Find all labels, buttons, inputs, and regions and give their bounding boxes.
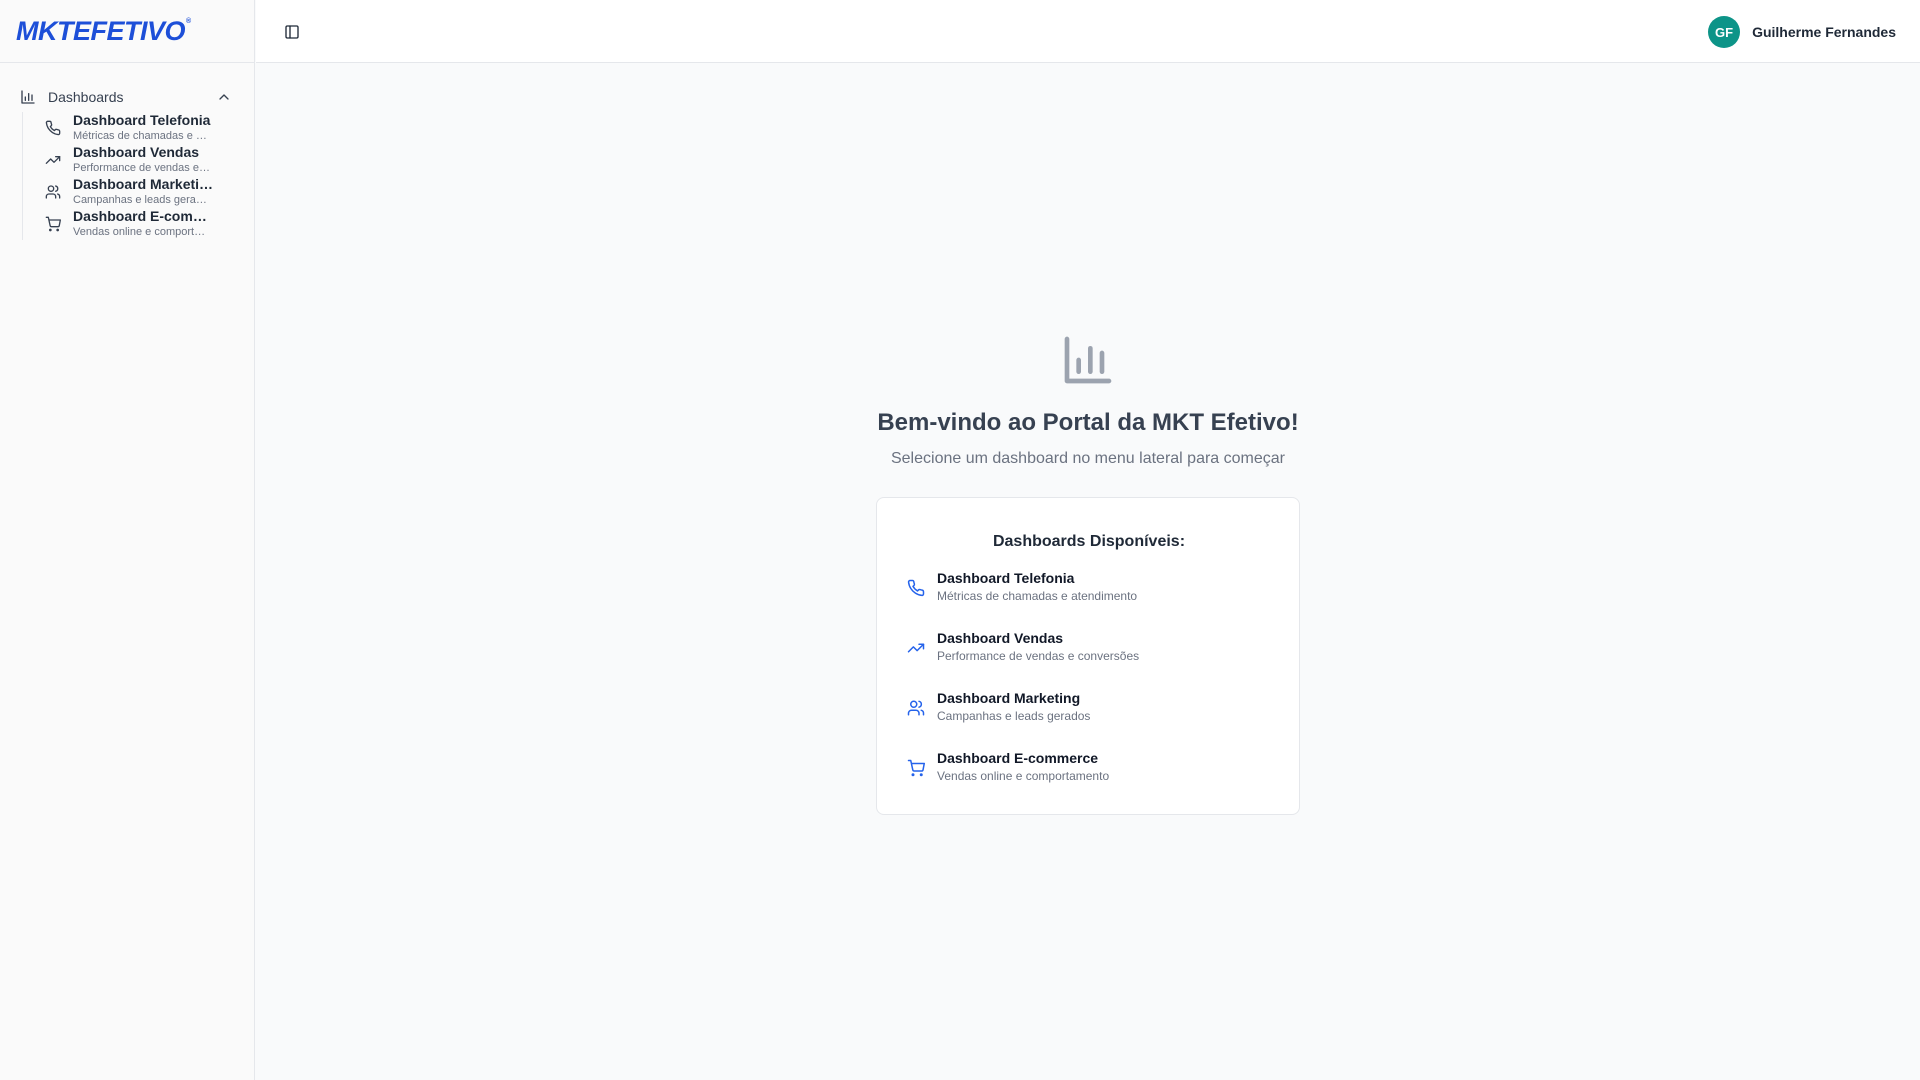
trending-up-icon: [45, 152, 61, 168]
brand-logo[interactable]: MKTEFETIVO ®: [16, 16, 191, 47]
dashboard-item-desc: Métricas de chamadas e atendimento: [937, 589, 1138, 603]
phone-icon: [907, 579, 925, 597]
users-icon: [907, 699, 925, 717]
page-subtitle: Selecione um dashboard no menu lateral p…: [890, 450, 1285, 467]
sidebar-item-desc: Performance de vendas e conversões: [73, 162, 211, 174]
dashboard-item-title: Dashboard Telefonia: [937, 570, 1075, 586]
dashboard-item-title: Dashboard E-commerce: [937, 750, 1099, 766]
dashboards-card: Dashboards Disponíveis: Dashboard Telefo…: [876, 497, 1300, 815]
panel-left-icon: [284, 24, 300, 40]
dashboard-item-telefonia[interactable]: Dashboard Telefonia Métricas de chamadas…: [907, 568, 1277, 608]
sidebar-item-desc: Campanhas e leads gerados: [73, 194, 211, 206]
sidebar-item-title: Dashboard Marketing: [73, 176, 215, 192]
dashboard-item-desc: Vendas online e comportamento: [937, 769, 1110, 783]
dashboard-item-ecommerce[interactable]: Dashboard E-commerce Vendas online e com…: [907, 748, 1277, 788]
sidebar-item-title: Dashboard Telefonia: [73, 112, 211, 128]
dashboard-item-title: Dashboard Marketing: [937, 690, 1081, 706]
chevron-up-icon[interactable]: [216, 89, 232, 105]
brand-logo-text: MKTEFETIVO: [16, 15, 186, 46]
sidebar: MKTEFETIVO ® Dashboards Dashboard Telefo…: [0, 0, 255, 1080]
sidebar-item-vendas[interactable]: Dashboard Vendas Performance de vendas e…: [23, 144, 233, 176]
phone-icon: [45, 120, 61, 136]
sidebar-item-desc: Métricas de chamadas e atendimento: [73, 130, 211, 142]
sidebar-item-marketing[interactable]: Dashboard Marketing Campanhas e leads ge…: [23, 176, 233, 208]
shopping-cart-icon: [907, 759, 925, 777]
users-icon: [45, 184, 61, 200]
sidebar-header: MKTEFETIVO ®: [0, 0, 254, 63]
sidebar-item-title: Dashboard Vendas: [73, 144, 200, 160]
trending-up-icon: [907, 639, 925, 657]
sidebar-submenu: Dashboard Telefonia Métricas de chamadas…: [22, 112, 242, 240]
main-content: Bem-vindo ao Portal da MKT Efetivo! Sele…: [256, 64, 1920, 1080]
bar-chart-icon: [20, 89, 36, 105]
page-title: Bem-vindo ao Portal da MKT Efetivo!: [877, 409, 1299, 436]
user-name: Guilherme Fernandes: [1752, 24, 1896, 40]
sidebar-item-desc: Vendas online e comportamento: [73, 226, 211, 238]
topbar: GF Guilherme Fernandes: [256, 0, 1920, 63]
dashboard-item-desc: Campanhas e leads gerados: [937, 709, 1091, 723]
sidebar-item-ecommerce[interactable]: Dashboard E-commerce Vendas online e com…: [23, 208, 233, 240]
sidebar-group-dashboards[interactable]: Dashboards: [12, 84, 240, 110]
bar-chart-icon: [1060, 332, 1116, 388]
shopping-cart-icon: [45, 216, 61, 232]
user-menu[interactable]: GF Guilherme Fernandes: [1708, 16, 1896, 48]
dashboard-item-desc: Performance de vendas e conversões: [937, 649, 1140, 663]
brand-logo-mark: ®: [186, 17, 191, 25]
sidebar-item-telefonia[interactable]: Dashboard Telefonia Métricas de chamadas…: [23, 112, 233, 144]
sidebar-item-title: Dashboard E-commerce: [73, 208, 215, 224]
dashboard-item-title: Dashboard Vendas: [937, 630, 1064, 646]
sidebar-toggle-button[interactable]: [280, 20, 304, 44]
card-title: Dashboards Disponíveis:: [992, 533, 1186, 550]
avatar[interactable]: GF: [1708, 16, 1741, 48]
dashboard-item-marketing[interactable]: Dashboard Marketing Campanhas e leads ge…: [907, 688, 1277, 728]
sidebar-group-label: Dashboards: [48, 89, 124, 105]
dashboard-item-vendas[interactable]: Dashboard Vendas Performance de vendas e…: [907, 628, 1277, 668]
